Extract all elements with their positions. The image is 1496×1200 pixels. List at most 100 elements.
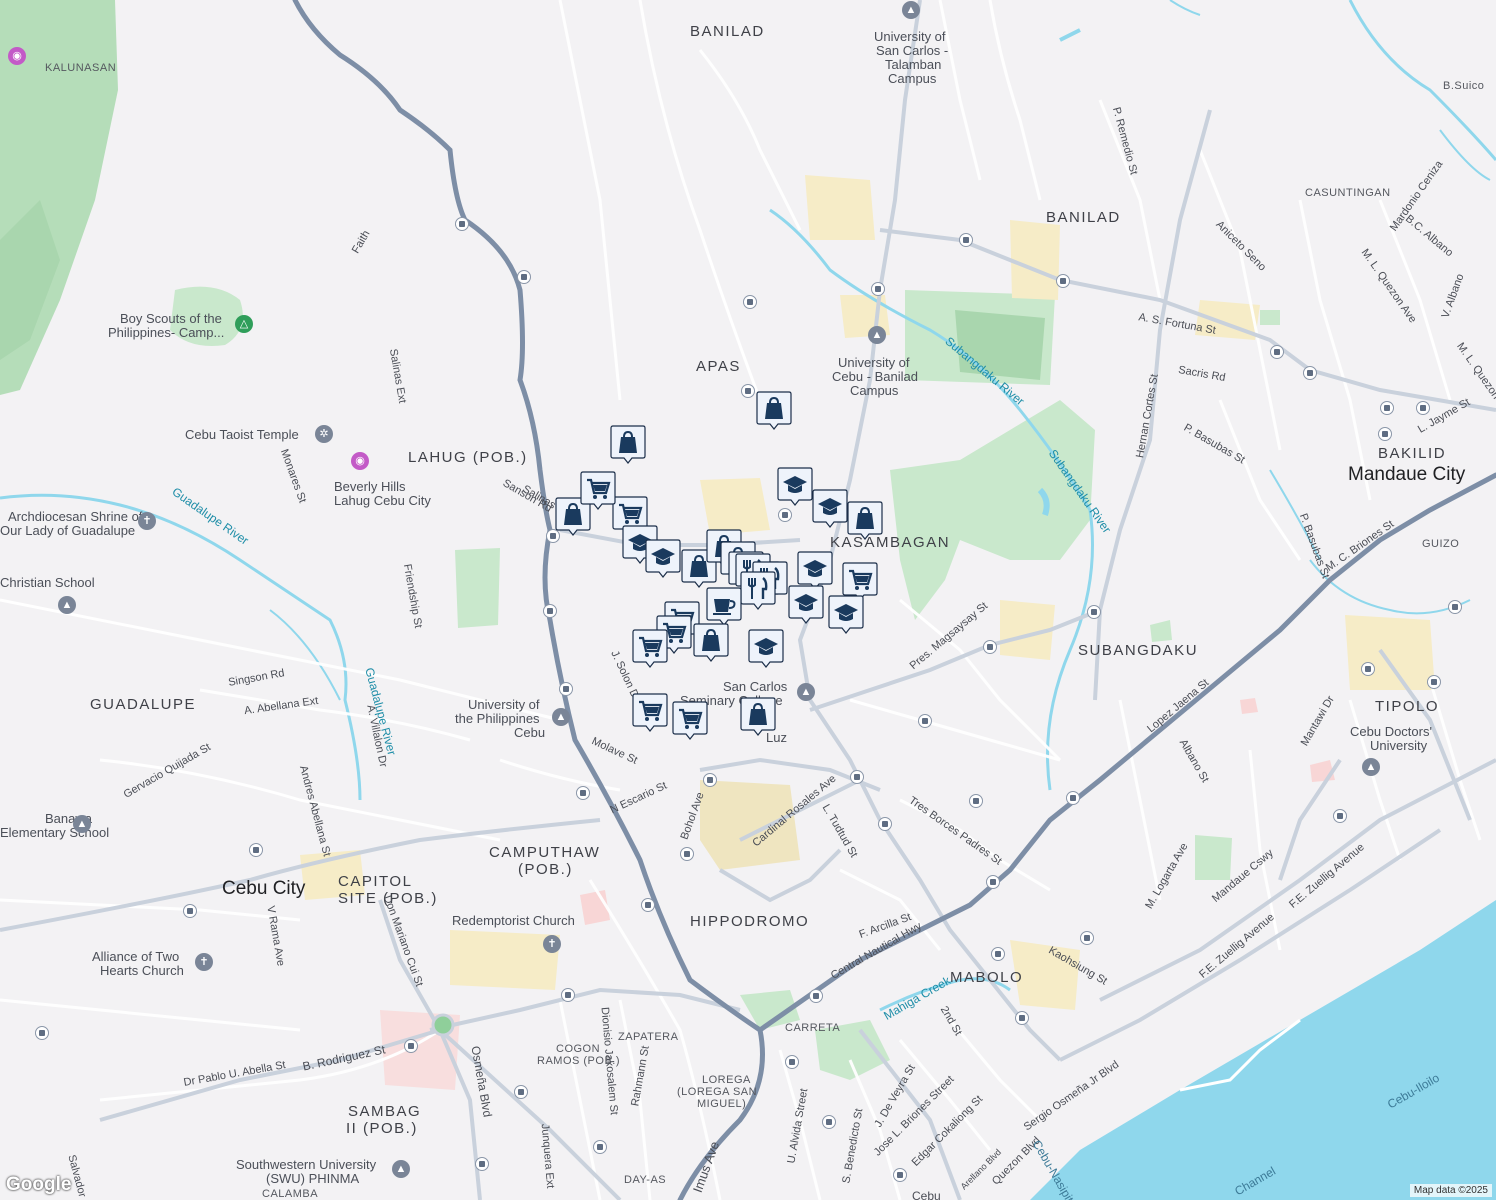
bus-stop-icon[interactable] xyxy=(741,384,755,398)
photo-spot-icon[interactable]: ◉ xyxy=(8,47,26,65)
poi-christian-school[interactable]: Christian School xyxy=(0,575,95,590)
area-label-tipolo: TIPOLO xyxy=(1375,698,1440,715)
bus-stop-icon[interactable] xyxy=(1380,401,1394,415)
bus-stop-icon[interactable] xyxy=(1333,809,1347,823)
bus-stop-icon[interactable] xyxy=(1427,675,1441,689)
graduation-cap-marker-icon[interactable] xyxy=(777,466,813,506)
shopping-cart-marker-icon[interactable] xyxy=(672,700,708,740)
bus-stop-icon[interactable] xyxy=(559,682,573,696)
poi-beverly-hills-2[interactable]: Lahug Cebu City xyxy=(334,493,431,508)
bus-stop-icon[interactable] xyxy=(514,1085,528,1099)
bus-stop-icon[interactable] xyxy=(1087,605,1101,619)
bus-stop-icon[interactable] xyxy=(986,875,1000,889)
poi-swu-2[interactable]: (SWU) PHINMA xyxy=(266,1171,359,1186)
bus-stop-icon[interactable] xyxy=(576,786,590,800)
church-icon[interactable]: ✝ xyxy=(195,953,213,971)
bus-stop-icon[interactable] xyxy=(703,773,717,787)
poi-uc-banilad-3[interactable]: Campus xyxy=(850,383,898,398)
bus-stop-icon[interactable] xyxy=(183,904,197,918)
bus-stop-icon[interactable] xyxy=(822,1115,836,1129)
bus-stop-icon[interactable] xyxy=(785,1055,799,1069)
shopping-bag-marker-icon[interactable] xyxy=(693,622,729,662)
bus-stop-icon[interactable] xyxy=(969,794,983,808)
bus-stop-icon[interactable] xyxy=(1080,931,1094,945)
bus-stop-icon[interactable] xyxy=(475,1157,489,1171)
school-icon[interactable]: ▲ xyxy=(1362,758,1380,776)
bus-stop-icon[interactable] xyxy=(1448,600,1462,614)
shopping-cart-marker-icon[interactable] xyxy=(632,692,668,732)
bus-stop-icon[interactable] xyxy=(561,988,575,1002)
bus-stop-icon[interactable] xyxy=(743,295,757,309)
bus-stop-icon[interactable] xyxy=(1361,662,1375,676)
graduation-cap-marker-icon[interactable] xyxy=(645,538,681,578)
bus-stop-icon[interactable] xyxy=(680,847,694,861)
bus-stop-icon[interactable] xyxy=(1066,791,1080,805)
bus-stop-icon[interactable] xyxy=(871,282,885,296)
school-icon[interactable]: ▲ xyxy=(58,596,76,614)
campground-icon[interactable]: △ xyxy=(235,315,253,333)
bus-stop-icon[interactable] xyxy=(991,947,1005,961)
bus-stop-icon[interactable] xyxy=(517,270,531,284)
area-label-hippodromo: HIPPODROMO xyxy=(690,913,810,930)
poi-cebu-doctors-2[interactable]: University xyxy=(1370,738,1427,753)
bus-stop-icon[interactable] xyxy=(878,817,892,831)
shopping-bag-marker-icon[interactable] xyxy=(610,424,646,464)
bus-stop-icon[interactable] xyxy=(1416,401,1430,415)
photo-spot-icon[interactable]: ◉ xyxy=(351,452,369,470)
poi-alliance-2[interactable]: Hearts Church xyxy=(100,963,184,978)
school-icon[interactable]: ▲ xyxy=(392,1160,410,1178)
poi-usc-talamban-4[interactable]: Campus xyxy=(888,71,936,86)
bus-stop-icon[interactable] xyxy=(249,843,263,857)
graduation-cap-marker-icon[interactable] xyxy=(748,628,784,668)
school-icon[interactable]: ▲ xyxy=(868,326,886,344)
map-canvas[interactable]: BANILAD BANILAD APAS LAHUG (POB.) KASAMB… xyxy=(0,0,1496,1200)
bus-stop-icon[interactable] xyxy=(918,714,932,728)
church-icon[interactable]: ✝ xyxy=(543,935,561,953)
graduation-cap-marker-icon[interactable] xyxy=(812,488,848,528)
bus-stop-icon[interactable] xyxy=(543,604,557,618)
area-label-mabolo: MABOLO xyxy=(950,969,1024,986)
school-icon[interactable]: ▲ xyxy=(552,708,570,726)
shopping-bag-marker-icon[interactable] xyxy=(740,696,776,736)
bus-stop-icon[interactable] xyxy=(1015,1011,1029,1025)
poi-guadalupe-shrine-2[interactable]: Our Lady of Guadalupe xyxy=(0,523,135,538)
bus-stop-icon[interactable] xyxy=(1056,274,1070,288)
school-icon[interactable]: ▲ xyxy=(73,815,91,833)
bus-stop-icon[interactable] xyxy=(850,770,864,784)
poi-taoist-temple[interactable]: Cebu Taoist Temple xyxy=(185,427,299,442)
bus-stop-icon[interactable] xyxy=(1303,366,1317,380)
bus-stop-icon[interactable] xyxy=(1378,427,1392,441)
map-attribution[interactable]: Map data ©2025 xyxy=(1409,1184,1492,1197)
area-label-calamba: CALAMBA xyxy=(262,1188,319,1200)
poi-banawa-2[interactable]: Elementary School xyxy=(0,825,109,840)
area-label-banilad: BANILAD xyxy=(1046,209,1121,226)
shopping-bag-marker-icon[interactable] xyxy=(847,500,883,540)
area-label-banilad-north: BANILAD xyxy=(690,23,765,40)
school-icon[interactable]: ▲ xyxy=(902,1,920,19)
bus-stop-icon[interactable] xyxy=(809,989,823,1003)
poi-boy-scouts-2[interactable]: Philippines- Camp... xyxy=(108,325,224,340)
bus-stop-icon[interactable] xyxy=(959,233,973,247)
graduation-cap-marker-icon[interactable] xyxy=(828,594,864,634)
bus-stop-icon[interactable] xyxy=(1270,345,1284,359)
bus-stop-icon[interactable] xyxy=(455,217,469,231)
bus-stop-icon[interactable] xyxy=(641,898,655,912)
bus-stop-icon[interactable] xyxy=(404,1039,418,1053)
temple-icon[interactable]: ✲ xyxy=(315,425,333,443)
bus-stop-icon[interactable] xyxy=(893,1168,907,1182)
shopping-cart-marker-icon[interactable] xyxy=(580,470,616,510)
restaurant-marker-icon[interactable] xyxy=(740,570,776,610)
street-label: Cebu xyxy=(912,1189,941,1200)
shopping-cart-marker-icon[interactable] xyxy=(632,628,668,668)
school-icon[interactable]: ▲ xyxy=(797,683,815,701)
poi-redemptorist[interactable]: Redemptorist Church xyxy=(452,913,575,928)
bus-stop-icon[interactable] xyxy=(593,1140,607,1154)
shopping-bag-marker-icon[interactable] xyxy=(756,390,792,430)
coffee-marker-icon[interactable] xyxy=(706,586,742,626)
bus-stop-icon[interactable] xyxy=(983,640,997,654)
bus-stop-icon[interactable] xyxy=(35,1026,49,1040)
bus-stop-icon[interactable] xyxy=(778,508,792,522)
church-icon[interactable]: ✝ xyxy=(138,512,156,530)
poi-up-cebu-3[interactable]: Cebu xyxy=(514,725,545,740)
graduation-cap-marker-icon[interactable] xyxy=(788,584,824,624)
